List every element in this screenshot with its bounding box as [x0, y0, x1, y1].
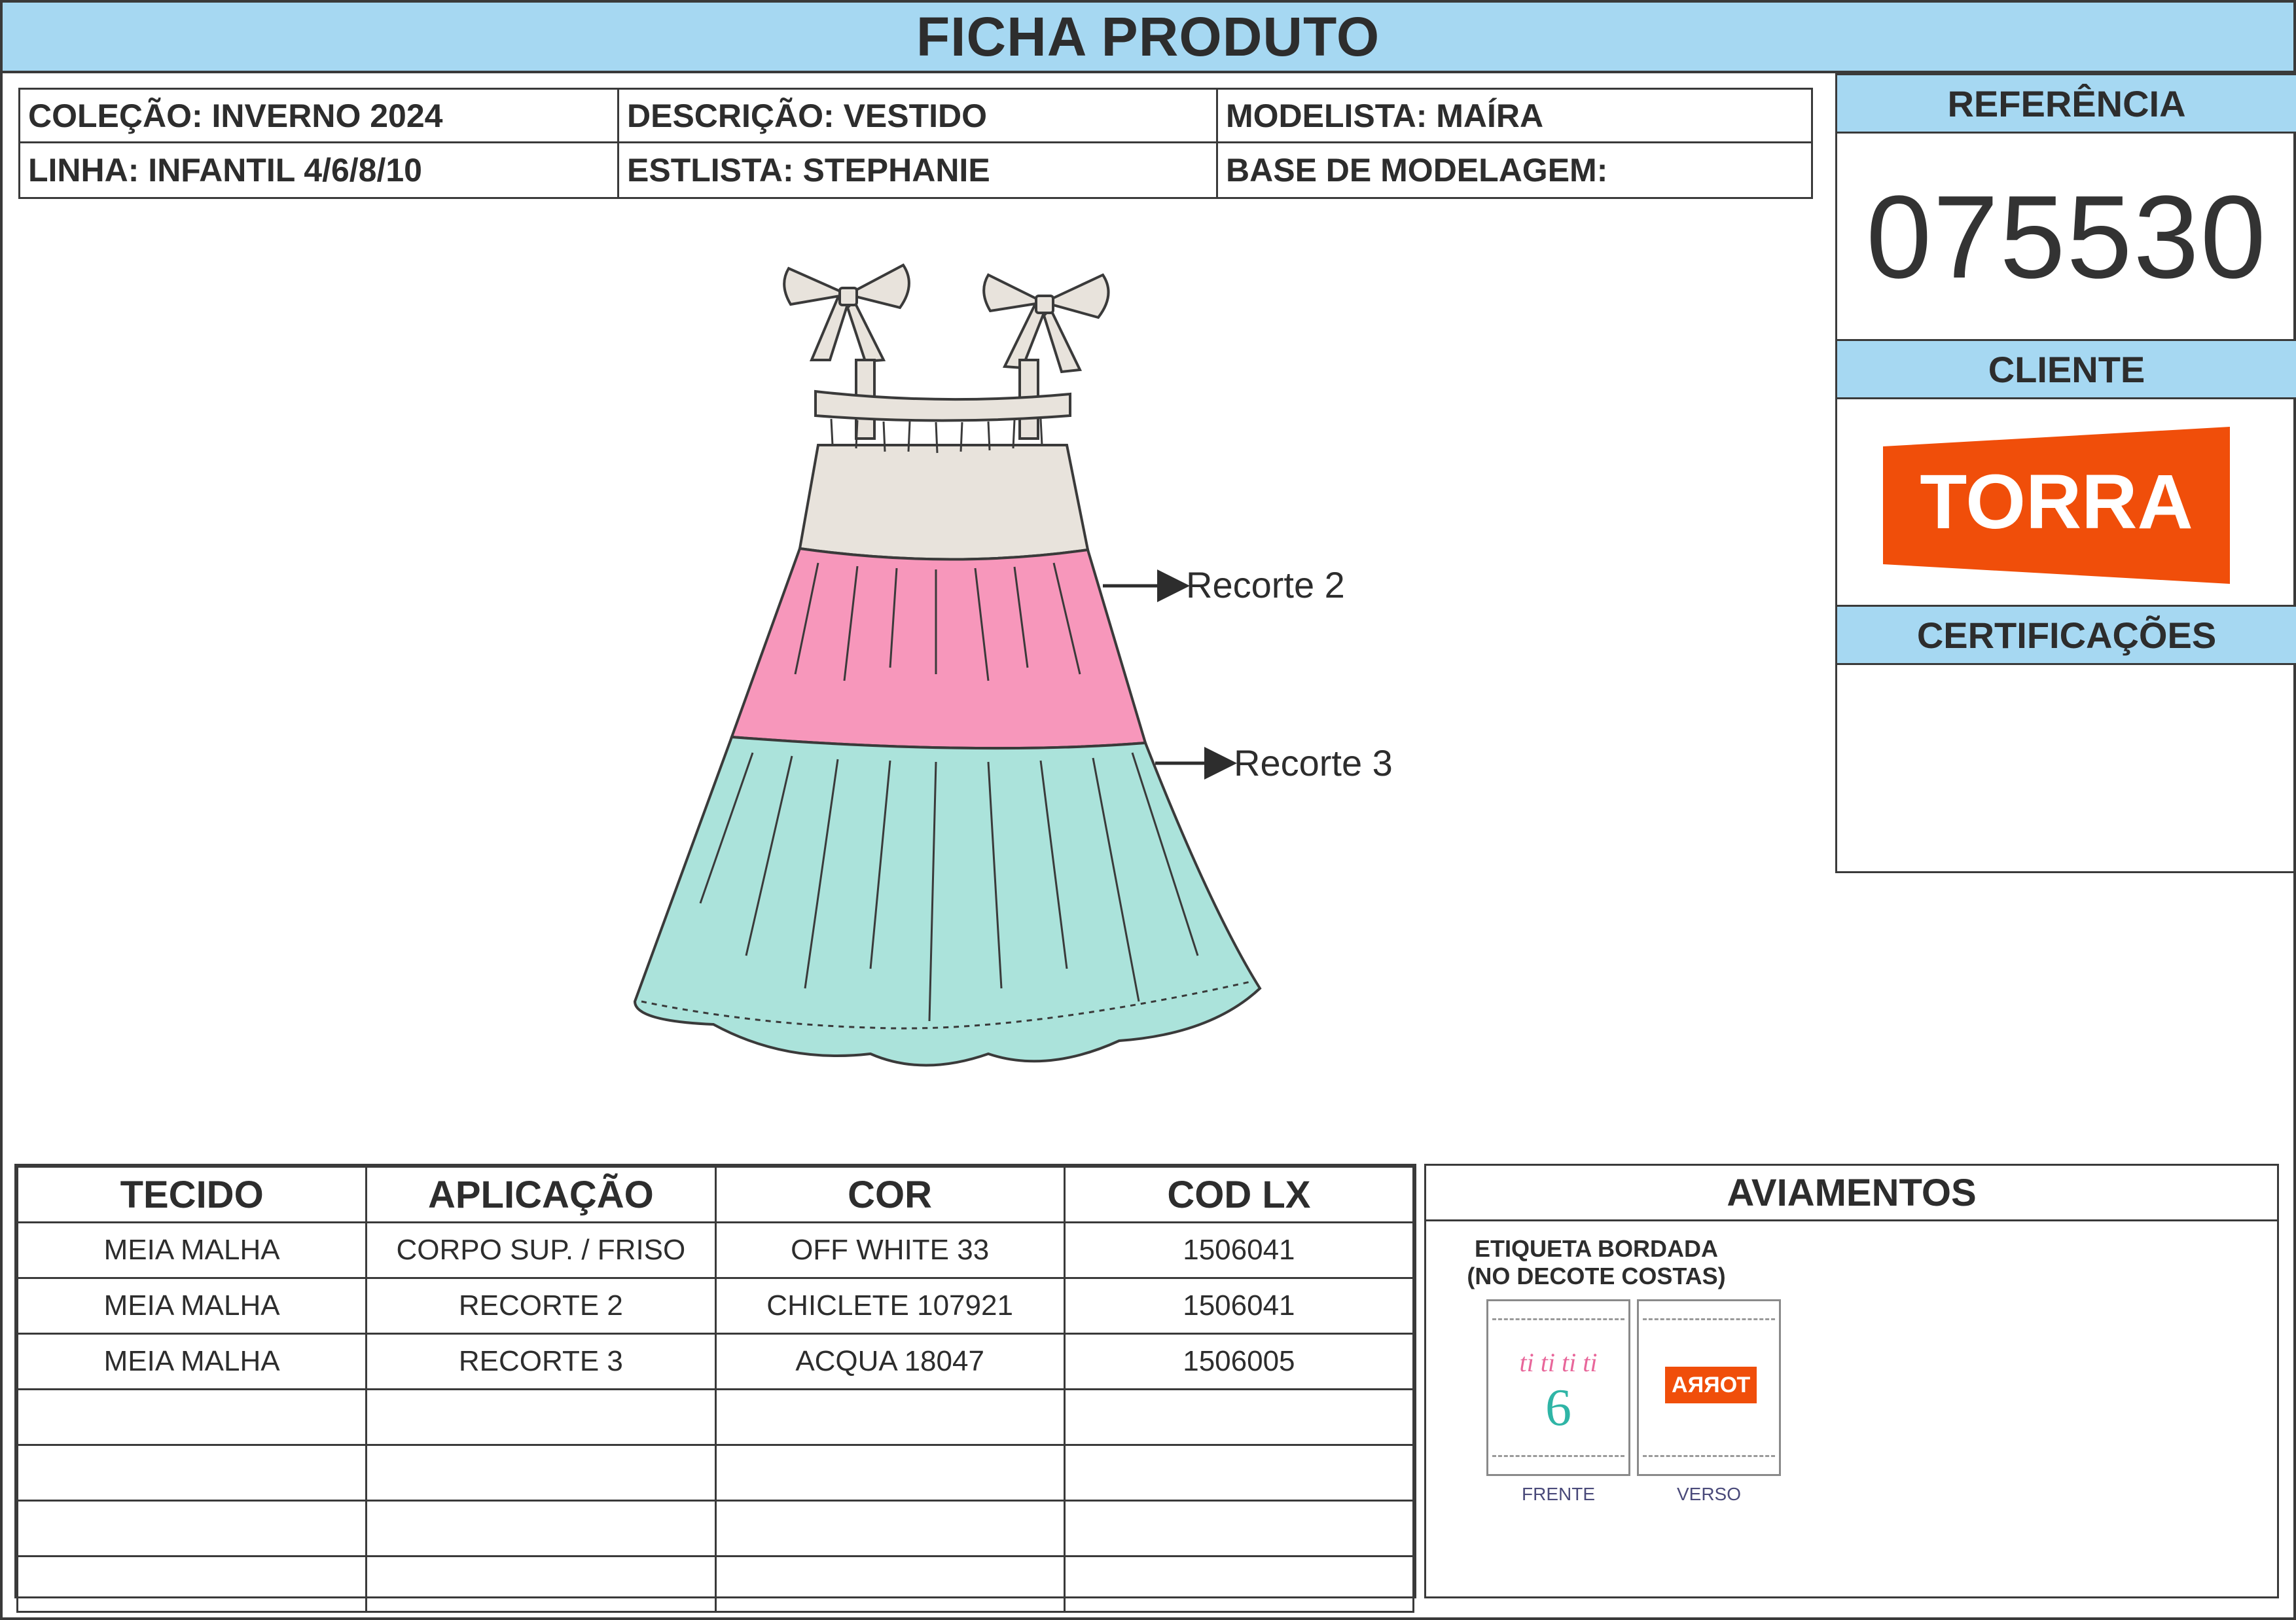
recorte-2-pink	[730, 547, 1147, 750]
materials-table: TECIDO APLICAÇÃO COR COD LX MEIA MALHA C…	[14, 1164, 1416, 1613]
bodice-off-white	[798, 444, 1090, 561]
table-row-empty	[16, 1388, 1415, 1446]
tag-back-caption: VERSO	[1676, 1484, 1742, 1504]
header-tecido: TECIDO	[16, 1166, 368, 1223]
cell-aplicacao: RECORTE 2	[365, 1277, 717, 1335]
cell-cor: OFF WHITE 33	[714, 1221, 1066, 1279]
certificacoes-header: CERTIFICAÇÕES	[1837, 605, 2296, 665]
table-row-empty	[16, 1500, 1415, 1557]
etiqueta-label-line1: ETIQUETA BORDADA	[1475, 1235, 1718, 1262]
tag-back-logo: TORRA	[1665, 1367, 1757, 1403]
estilista-field: ESTLISTA: STEPHANIE	[619, 143, 1218, 197]
cell-cod-lx: 1506005	[1063, 1333, 1415, 1390]
header-cod-lx: COD LX	[1063, 1166, 1415, 1223]
etiqueta-label-line2: (NO DECOTE COSTAS)	[1467, 1263, 1726, 1289]
cell-cod-lx: 1506041	[1063, 1277, 1415, 1335]
table-row: MEIA MALHA RECORTE 3 ACQUA 18047 1506005	[16, 1333, 1415, 1390]
recorte-3-callout: Recorte 3	[1234, 742, 1393, 783]
cell-tecido: MEIA MALHA	[16, 1277, 368, 1335]
table-row: MEIA MALHA RECORTE 2 CHICLETE 107921 150…	[16, 1277, 1415, 1335]
cell-aplicacao: CORPO SUP. / FRISO	[365, 1221, 717, 1279]
cell-cod-lx: 1506041	[1063, 1221, 1415, 1279]
tag-back-logo-text: TORRA	[1671, 1372, 1751, 1397]
friso-elastic	[814, 389, 1071, 422]
modelista-field: MODELISTA: MAÍRA	[1218, 90, 1811, 143]
linha-field: LINHA: INFANTIL 4/6/8/10	[20, 143, 619, 197]
descricao-field: DESCRIÇÃO: VESTIDO	[619, 90, 1218, 143]
cell-cor: ACQUA 18047	[714, 1333, 1066, 1390]
cell-tecido: MEIA MALHA	[16, 1333, 368, 1390]
table-row-empty	[16, 1444, 1415, 1502]
referencia-header: REFERÊNCIA	[1837, 73, 2296, 134]
cell-aplicacao: RECORTE 3	[365, 1333, 717, 1390]
cliente-header: CLIENTE	[1837, 339, 2296, 399]
base-modelagem-field: BASE DE MODELAGEM:	[1226, 152, 1608, 189]
page-title: FICHA PRODUTO	[916, 5, 1380, 67]
table-row: MEIA MALHA CORPO SUP. / FRISO OFF WHITE …	[16, 1221, 1415, 1279]
header-aplicacao: APLICAÇÃO	[365, 1166, 717, 1223]
referencia-number: 075530	[1866, 171, 2267, 303]
aviamentos-title: AVIAMENTOS	[1426, 1166, 2277, 1221]
etiqueta-label: ETIQUETA BORDADA (NO DECOTE COSTAS)	[1465, 1235, 1727, 1290]
aviamentos-panel: AVIAMENTOS ETIQUETA BORDADA (NO DECOTE C…	[1424, 1164, 2279, 1598]
title-bar: FICHA PRODUTO	[3, 3, 2293, 73]
table-header-row: TECIDO APLICAÇÃO COR COD LX	[16, 1166, 1415, 1223]
dress-illustration: Recorte 2 Recorte 3	[633, 263, 1393, 1067]
torra-logo: TORRA	[1883, 427, 2230, 584]
header-cor: COR	[714, 1166, 1066, 1223]
recorte-2-callout: Recorte 2	[1186, 564, 1345, 605]
tag-front-text: ti ti ti ti	[1519, 1348, 1598, 1377]
side-panel: REFERÊNCIA 075530 CLIENTE TORRA CERTIFIC…	[1835, 73, 2296, 873]
cell-tecido: MEIA MALHA	[16, 1221, 368, 1279]
table-row-empty	[16, 1555, 1415, 1613]
tag-front: ti ti ti ti 6	[1486, 1299, 1630, 1476]
tag-front-caption: FRENTE	[1522, 1484, 1595, 1504]
right-bow	[982, 273, 1110, 374]
left-bow	[783, 263, 910, 363]
cell-cor: CHICLETE 107921	[714, 1277, 1066, 1335]
torra-logo-text: TORRA	[1920, 459, 2193, 545]
tag-front-size: 6	[1545, 1379, 1571, 1437]
tag-back: TORRA	[1637, 1299, 1781, 1476]
product-info-grid: COLEÇÃO: INVERNO 2024 DESCRIÇÃO: VESTIDO…	[18, 88, 1813, 199]
colecao-field: COLEÇÃO: INVERNO 2024	[20, 90, 619, 143]
